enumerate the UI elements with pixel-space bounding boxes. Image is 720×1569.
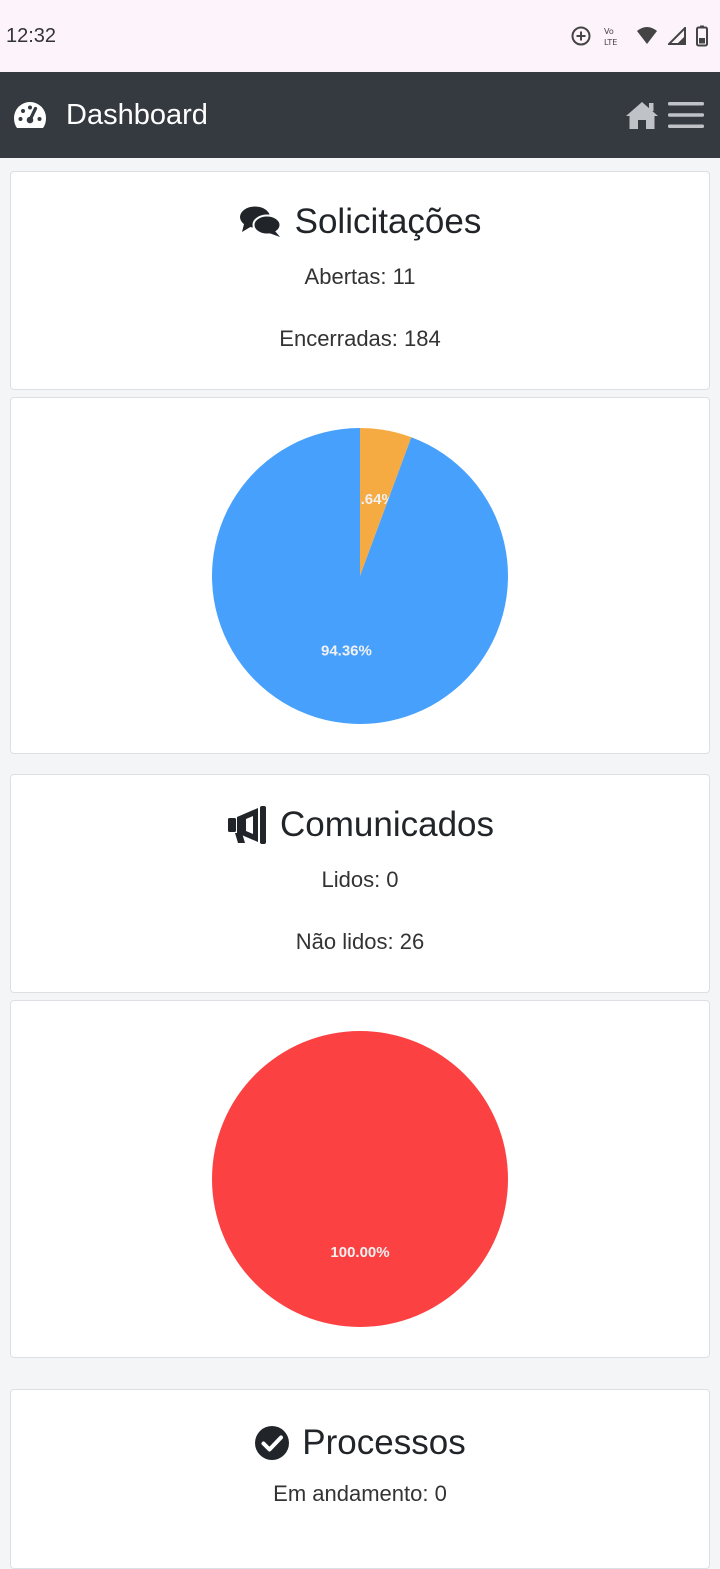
data-saver-icon (571, 26, 591, 46)
volte-icon: Vo LTE (604, 27, 617, 47)
comunicados-card: Comunicados Lidos: 0 Não lidos: 26 (10, 774, 710, 993)
check-circle-icon (255, 1426, 290, 1460)
navbar: Dashboard (0, 72, 720, 158)
volte-label: Vo (604, 27, 614, 36)
comunicados-nao-lidos: Não lidos: 26 (295, 929, 425, 954)
pie-slice-n-o-lidos[interactable] (212, 1031, 508, 1327)
solicitacoes-abertas: Abertas: 11 (304, 264, 416, 289)
solicitacoes-chart-card: 5.64% 94.36% (10, 397, 710, 754)
comunicados-title: Comunicados (11, 805, 709, 845)
navbar-title: Dashboard (66, 98, 208, 131)
status-bar: 12:32 Vo LTE (0, 0, 720, 72)
comments-icon (239, 206, 282, 237)
comunicados-chart-card: 100.00% (10, 1000, 710, 1358)
home-icon[interactable] (624, 99, 660, 131)
pie-slice-encerradas[interactable] (212, 427, 509, 724)
comunicados-lidos: Lidos: 0 (321, 867, 399, 892)
dashboard-gauge-icon (14, 102, 46, 128)
navbar-brand[interactable]: Dashboard (12, 99, 208, 132)
battery-icon (696, 25, 708, 47)
status-icons: Vo LTE (570, 24, 708, 48)
signal-icon (668, 27, 686, 45)
comunicados-pie-chart: 100.00% (212, 1031, 508, 1327)
processos-em-andamento: Em andamento: 0 (273, 1481, 447, 1506)
lte-label: LTE (604, 38, 617, 47)
hamburger-menu-icon[interactable] (666, 98, 706, 132)
solicitacoes-encerradas: Encerradas: 184 (279, 326, 441, 351)
bullhorn-icon (228, 806, 266, 844)
solicitacoes-title-text: Solicitações (294, 202, 482, 241)
wifi-icon (637, 27, 657, 44)
pie-label: 94.36% (321, 642, 372, 659)
solicitacoes-card: Solicitações Abertas: 11 Encerradas: 184 (10, 171, 710, 390)
processos-title-text: Processos (302, 1423, 466, 1462)
processos-title: Processos (11, 1423, 709, 1463)
status-time: 12:32 (6, 24, 57, 47)
navbar-actions (624, 98, 706, 132)
processos-card: Processos Em andamento: 0 (10, 1389, 710, 1569)
solicitacoes-pie-chart: 5.64%94.36% (212, 427, 509, 724)
pie-label: 100.00% (330, 1244, 389, 1261)
comunicados-title-text: Comunicados (280, 805, 494, 844)
solicitacoes-title: Solicitações (11, 202, 709, 242)
